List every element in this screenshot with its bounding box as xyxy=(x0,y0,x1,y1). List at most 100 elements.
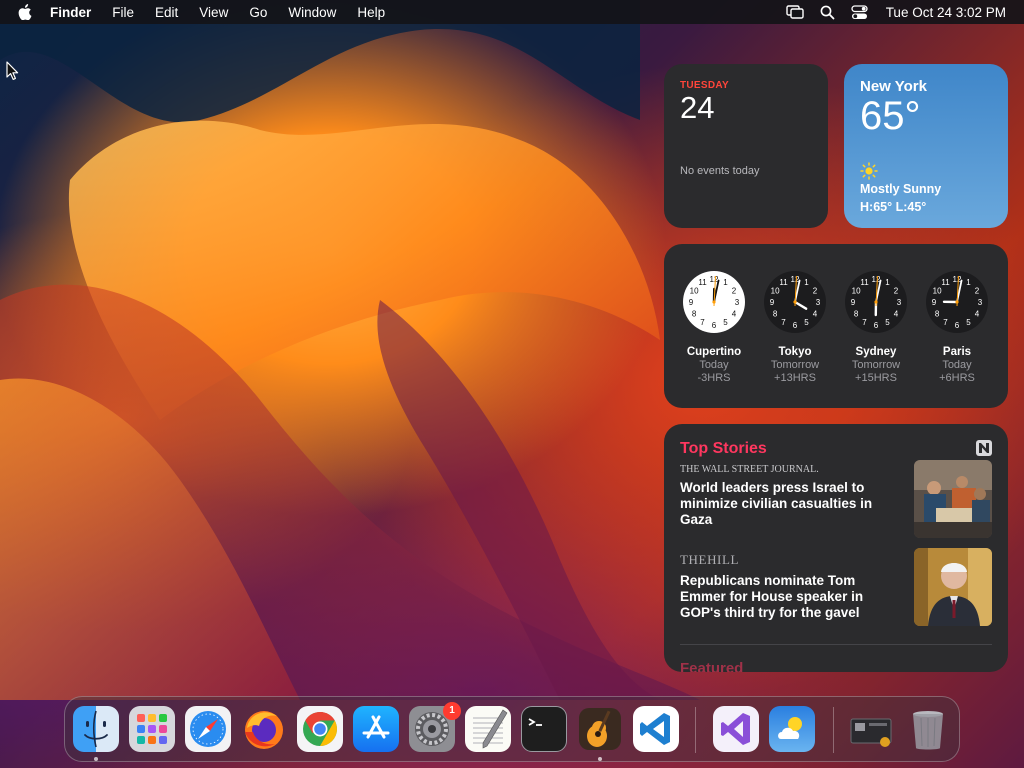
news-divider xyxy=(680,644,992,645)
clock-numeral: 1 xyxy=(966,278,971,287)
clock-day: Today xyxy=(699,359,729,371)
clock-offset: -3HRS xyxy=(697,372,731,384)
clock-numeral: 5 xyxy=(966,318,971,327)
news-widget[interactable]: Top Stories THE WALL STREET JOURNAL. Wor… xyxy=(664,424,1008,672)
spotlight-search-icon[interactable] xyxy=(820,5,835,20)
clock-numeral: 10 xyxy=(933,287,942,296)
clock-numeral: 4 xyxy=(813,310,818,319)
news-app-icon xyxy=(976,440,992,456)
chrome-icon[interactable] xyxy=(297,706,343,752)
clock-numeral: 5 xyxy=(804,318,809,327)
mouse-pointer-icon xyxy=(6,61,19,80)
menu-go[interactable]: Go xyxy=(249,5,267,20)
clock-numeral: 4 xyxy=(894,310,899,319)
news-title: Top Stories xyxy=(680,440,767,457)
running-indicator xyxy=(94,757,98,761)
trash-icon[interactable] xyxy=(905,706,951,752)
clock-city: Sydney xyxy=(855,346,897,358)
clock-numeral: 4 xyxy=(975,310,980,319)
clock-numeral: 11 xyxy=(698,278,707,287)
screen-mirroring-icon[interactable] xyxy=(785,5,804,19)
clock-numeral: 6 xyxy=(793,321,798,330)
clock-numeral: 10 xyxy=(771,287,780,296)
clock-city: Tokyo xyxy=(778,346,812,358)
clock-numeral: 3 xyxy=(978,298,983,307)
menu-file[interactable]: File xyxy=(112,5,134,20)
clock-numeral: 5 xyxy=(723,318,728,327)
launchpad-icon[interactable] xyxy=(129,706,175,752)
settings-icon[interactable]: 1 xyxy=(409,702,461,752)
running-indicator xyxy=(598,757,602,761)
analog-clock-icon: 1234567891011 12 xyxy=(683,271,745,333)
apple-menu-icon[interactable] xyxy=(18,4,36,20)
clock-numeral: 2 xyxy=(894,287,899,296)
clock-numeral: 9 xyxy=(689,298,694,307)
menu-bar-clock[interactable]: Tue Oct 24 3:02 PM xyxy=(886,5,1006,20)
clock-numeral: 8 xyxy=(692,310,697,319)
clock-offset: +15HRS xyxy=(855,372,897,384)
news-story[interactable]: THEHILL Republicans nominate Tom Emmer f… xyxy=(680,548,992,626)
control-center-icon[interactable] xyxy=(851,4,868,20)
clock-numeral: 10 xyxy=(852,287,861,296)
clock-numeral: 7 xyxy=(862,318,867,327)
clock-numeral: 9 xyxy=(851,298,856,307)
news-headline[interactable]: World leaders press Israel to minimize c… xyxy=(680,480,892,528)
visual-studio-icon[interactable] xyxy=(713,706,759,752)
menu-view[interactable]: View xyxy=(199,5,228,20)
clock-offset: +6HRS xyxy=(939,372,975,384)
analog-clock-icon: 1234567891011 12 xyxy=(926,271,988,333)
analog-clock-icon: 1234567891011 12 xyxy=(764,271,826,333)
weather-high-low: H:65° L:45° xyxy=(860,200,927,214)
clock-numeral: 11 xyxy=(779,278,788,287)
textedit-icon[interactable] xyxy=(465,706,511,752)
clock-numeral: 3 xyxy=(735,298,740,307)
calendar-widget[interactable]: TUESDAY 24 No events today xyxy=(664,64,828,228)
clock-day: Tomorrow xyxy=(851,359,901,371)
news-story[interactable]: THE WALL STREET JOURNAL. World leaders p… xyxy=(680,460,992,538)
weather-condition: Mostly Sunny xyxy=(860,182,942,196)
clock-numeral: 1 xyxy=(885,278,890,287)
clock-numeral: 6 xyxy=(874,321,879,330)
clock-numeral: 8 xyxy=(854,310,859,319)
weather-city: New York xyxy=(860,78,927,95)
clock-center xyxy=(955,300,959,304)
app-store-icon[interactable] xyxy=(353,706,399,752)
finder-icon[interactable] xyxy=(73,706,119,752)
terminal-icon[interactable] xyxy=(521,706,567,752)
news-headline[interactable]: Republicans nominate Tom Emmer for House… xyxy=(680,573,892,621)
clock-center xyxy=(793,300,797,304)
menu-help[interactable]: Help xyxy=(357,5,385,20)
menu-edit[interactable]: Edit xyxy=(155,5,178,20)
clock-numeral: 6 xyxy=(712,321,717,330)
menu-app-name[interactable]: Finder xyxy=(50,5,91,20)
sun-icon xyxy=(860,162,878,180)
clock-numeral: 1 xyxy=(723,278,728,287)
clock-day: Tomorrow xyxy=(770,359,820,371)
safari-icon[interactable] xyxy=(185,706,231,752)
clock-numeral: 8 xyxy=(935,310,940,319)
dock: 1 xyxy=(64,696,960,762)
clock-numeral: 10 xyxy=(690,287,699,296)
folder-stack-icon[interactable] xyxy=(849,706,895,752)
vscode-icon[interactable] xyxy=(633,706,679,752)
world-clock-widget[interactable]: 1 2 3 4 5 6 7 8 9 10 11 12 Cupertino Today -3HRS 12… xyxy=(664,244,1008,408)
clock-numeral: 2 xyxy=(732,287,737,296)
clock-numeral: 11 xyxy=(860,278,869,287)
clock-numeral: 7 xyxy=(781,318,786,327)
garageband-icon[interactable] xyxy=(577,706,623,752)
menu-bar: Finder File Edit View Go Window Help Tue… xyxy=(0,0,1024,24)
news-thumbnail xyxy=(914,548,992,626)
clock-numeral: 3 xyxy=(816,298,821,307)
clock-center xyxy=(712,300,716,304)
clock-numeral: 9 xyxy=(932,298,937,307)
firefox-icon[interactable] xyxy=(241,706,287,752)
weather-widget[interactable]: New York 65° Mostly Sunny H:65° L:45° xyxy=(844,64,1008,228)
weather-temperature: 65° xyxy=(860,94,921,138)
clock-numeral: 9 xyxy=(770,298,775,307)
clock-offset: +13HRS xyxy=(774,372,816,384)
clock-cupertino: 1 2 3 4 5 6 7 8 9 10 11 12 Cupertino Today -3HRS xyxy=(673,270,755,384)
menu-window[interactable]: Window xyxy=(288,5,336,20)
calendar-date: 24 xyxy=(680,90,715,125)
clock-day: Today xyxy=(942,359,972,371)
weather-icon[interactable] xyxy=(769,706,815,752)
